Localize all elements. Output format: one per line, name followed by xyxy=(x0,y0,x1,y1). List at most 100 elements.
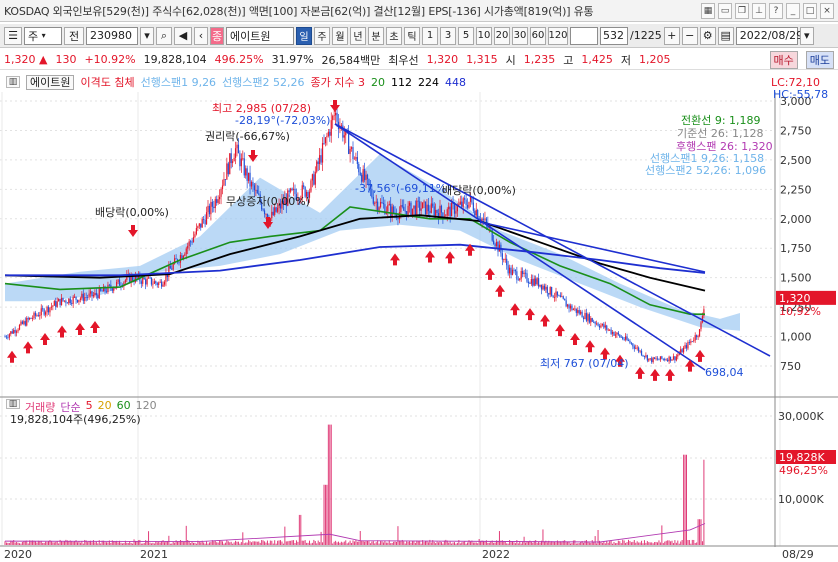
candle-body xyxy=(216,199,218,203)
window-icon[interactable]: ▭ xyxy=(718,2,732,19)
period-minute[interactable]: 분 xyxy=(368,26,384,45)
period-year[interactable]: 년 xyxy=(350,26,366,45)
candle-body xyxy=(669,356,672,361)
save-icon[interactable]: ▤ xyxy=(717,26,734,45)
candle-body xyxy=(335,112,337,116)
lc-readout: LC:72,10 xyxy=(770,75,820,89)
interval-1[interactable]: 1 xyxy=(422,26,438,45)
trade-amount: 26,584백만 xyxy=(321,53,381,67)
candle-body xyxy=(449,206,451,217)
search-icon[interactable]: ⌕ xyxy=(156,26,172,45)
stock-name-field[interactable]: 에이트원 xyxy=(226,26,294,45)
candle-body xyxy=(613,332,615,336)
candle-body xyxy=(422,202,424,209)
speaker-icon[interactable]: ◀ xyxy=(174,26,192,45)
candle-body xyxy=(152,283,154,285)
candle-body xyxy=(684,345,686,348)
candle-body xyxy=(353,158,356,160)
period-tick[interactable]: 틱 xyxy=(404,26,420,45)
candle-body xyxy=(192,237,195,243)
pin-icon[interactable]: ⊥ xyxy=(752,2,766,19)
candle-body xyxy=(349,148,351,154)
candle-body xyxy=(543,285,545,290)
candle-body xyxy=(639,350,641,352)
volume-icon[interactable]: ▥ xyxy=(6,399,20,409)
stock-code-input[interactable]: 230980 xyxy=(86,26,138,45)
candle-body xyxy=(468,201,470,208)
prev-icon[interactable]: ‹ xyxy=(194,26,208,45)
interval-120[interactable]: 120 xyxy=(548,26,568,45)
custom-interval-input[interactable] xyxy=(570,26,598,45)
candle-body xyxy=(506,258,508,266)
cascade-icon[interactable]: ❐ xyxy=(735,2,749,19)
interval-30[interactable]: 30 xyxy=(512,26,528,45)
chart-type-icon[interactable]: ▥ xyxy=(6,76,20,88)
interval-10[interactable]: 10 xyxy=(476,26,492,45)
interval-20[interactable]: 20 xyxy=(494,26,510,45)
candle-body xyxy=(210,201,212,215)
buy-button[interactable]: 매수 xyxy=(769,50,798,69)
candle-body xyxy=(74,296,76,298)
grid-icon[interactable]: ▦ xyxy=(701,2,715,19)
candle-body xyxy=(433,206,435,216)
period-month[interactable]: 월 xyxy=(332,26,348,45)
candle-body xyxy=(230,153,232,164)
candle-body xyxy=(504,258,506,260)
candle-body xyxy=(627,340,630,341)
interval-60[interactable]: 60 xyxy=(530,26,546,45)
candle-body xyxy=(553,297,556,298)
buy-signal-arrow xyxy=(635,366,645,379)
period-week[interactable]: 주 xyxy=(314,26,330,45)
candle-body xyxy=(694,335,696,341)
legend-ma448: 448 xyxy=(445,75,467,89)
zoom-out-icon[interactable]: − xyxy=(681,26,698,45)
zoom-in-icon[interactable]: + xyxy=(663,26,680,45)
display-count[interactable]: 532 xyxy=(600,26,628,45)
candle-body xyxy=(321,143,324,163)
candle-body xyxy=(609,329,611,331)
chart-settings-icon[interactable]: ⚙ xyxy=(699,26,716,45)
minimize-icon[interactable]: _ xyxy=(786,2,800,19)
candle-body xyxy=(88,293,90,298)
candle-body xyxy=(517,279,519,281)
all-button[interactable]: 전 xyxy=(64,26,84,45)
calendar-icon[interactable]: ▾ xyxy=(799,26,814,45)
candle-body xyxy=(45,312,47,315)
candlesticks xyxy=(4,105,705,364)
period-second[interactable]: 초 xyxy=(386,26,402,45)
menu-icon[interactable]: ☰ xyxy=(4,26,22,45)
market-select[interactable]: 주 ▾ xyxy=(24,26,62,45)
candle-body xyxy=(364,169,366,181)
interval-5[interactable]: 5 xyxy=(458,26,474,45)
candle-body xyxy=(340,125,342,127)
candle-body xyxy=(24,321,26,326)
candle-body xyxy=(105,291,108,293)
candle-body xyxy=(458,203,460,206)
help-icon[interactable]: ? xyxy=(769,2,783,19)
legend-stock-name[interactable]: 에이트원 xyxy=(26,74,75,90)
candle-body xyxy=(359,172,361,175)
code-dropdown-icon[interactable]: ▾ xyxy=(140,26,154,45)
date-field[interactable]: 2022/08/29 xyxy=(735,26,803,45)
candle-body xyxy=(145,279,147,285)
candle-body xyxy=(513,269,515,271)
candle-body xyxy=(98,288,100,299)
interval-3[interactable]: 3 xyxy=(440,26,456,45)
sell-button[interactable]: 매도 xyxy=(805,50,834,69)
maximize-icon[interactable]: □ xyxy=(803,2,817,19)
candle-body xyxy=(559,295,561,298)
candle-body xyxy=(597,323,599,326)
period-day[interactable]: 일 xyxy=(296,26,312,45)
candle-body xyxy=(614,334,617,336)
close-icon[interactable]: × xyxy=(820,2,834,19)
candle-body xyxy=(49,307,51,313)
candle-body xyxy=(117,279,119,282)
annot-angle2: -37,56°(-69,11%) xyxy=(355,182,451,195)
annot-div2: 배당락(0,00%) xyxy=(442,184,516,197)
candle-body xyxy=(642,355,644,356)
candle-body xyxy=(181,255,183,259)
candle-body xyxy=(207,205,209,213)
candle-body xyxy=(535,278,537,285)
candle-body xyxy=(118,279,121,286)
candle-body xyxy=(685,345,688,349)
